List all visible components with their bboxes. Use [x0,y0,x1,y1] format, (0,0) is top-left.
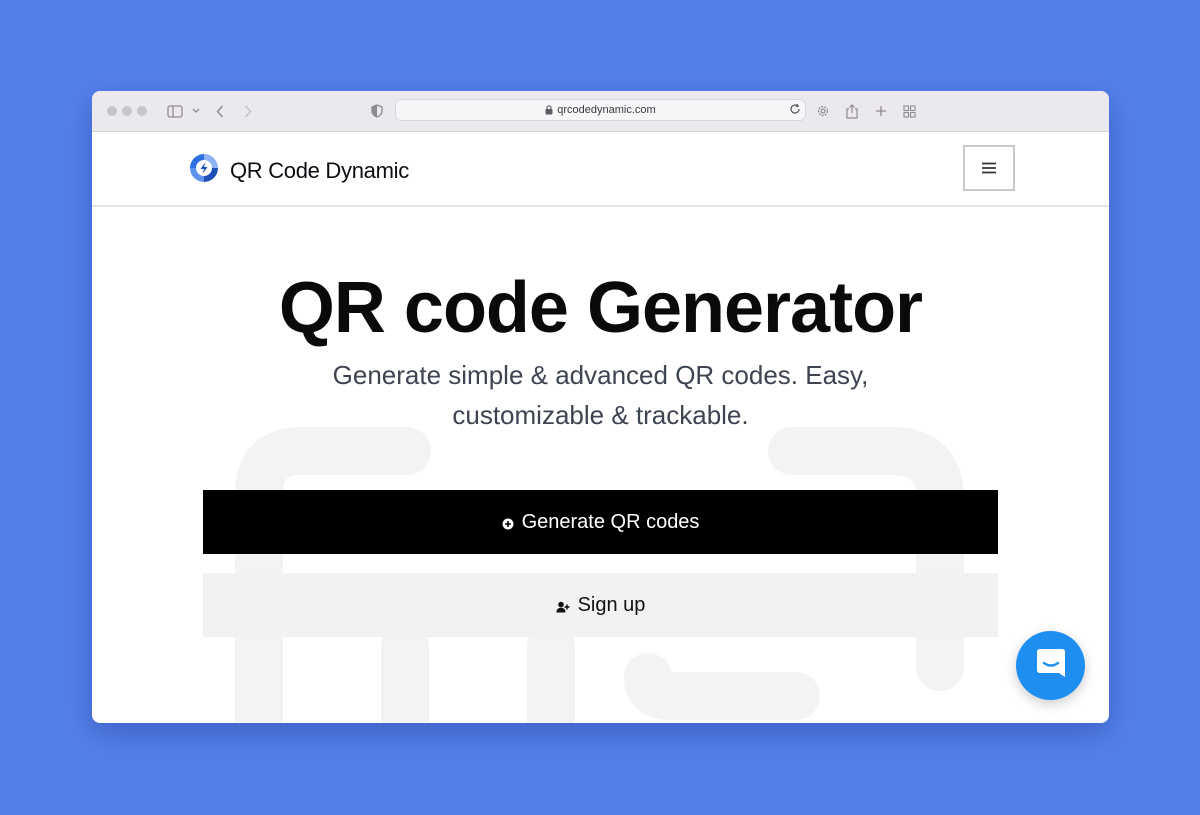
chat-launcher-button[interactable] [1016,631,1085,700]
plus-circle-icon [502,518,514,530]
hero-section: QR code Generator Generate simple & adva… [92,207,1109,723]
tab-overview-icon[interactable] [900,101,918,121]
lock-icon [545,105,553,115]
menu-icon [981,157,997,180]
page-subtitle: Generate simple & advanced QR codes. Eas… [332,360,869,430]
new-tab-icon[interactable] [872,101,890,121]
chat-icon [1034,646,1068,685]
sign-up-button[interactable]: Sign up [203,573,998,637]
menu-button[interactable] [963,145,1015,191]
browser-window: qrcodedynamic.com QR Code Dynamic QR cod… [92,91,1109,723]
reload-icon[interactable] [789,103,801,115]
minimize-window-button[interactable] [122,106,132,116]
brand-name: QR Code Dynamic [230,157,409,183]
brand-logo[interactable]: QR Code Dynamic [186,150,409,191]
forward-icon[interactable] [240,101,256,121]
url-text: qrcodedynamic.com [557,104,656,116]
user-plus-icon [556,601,570,613]
logo-icon [186,150,222,191]
close-window-button[interactable] [107,106,117,116]
address-bar[interactable]: qrcodedynamic.com [395,99,806,121]
sidebar-icon[interactable] [166,101,184,121]
sign-up-label: Sign up [577,593,646,616]
generate-qr-codes-button[interactable]: Generate QR codes [203,490,998,554]
back-icon[interactable] [212,101,228,121]
generate-qr-codes-label: Generate QR codes [521,510,700,533]
browser-toolbar: qrcodedynamic.com [92,91,1109,132]
page-title: QR code Generator [278,268,923,348]
chevron-down-icon[interactable] [190,101,202,121]
zoom-window-button[interactable] [137,106,147,116]
site-header: QR Code Dynamic [92,132,1109,207]
gear-icon[interactable] [814,101,832,121]
share-icon[interactable] [843,101,861,121]
shield-icon[interactable] [369,101,385,121]
